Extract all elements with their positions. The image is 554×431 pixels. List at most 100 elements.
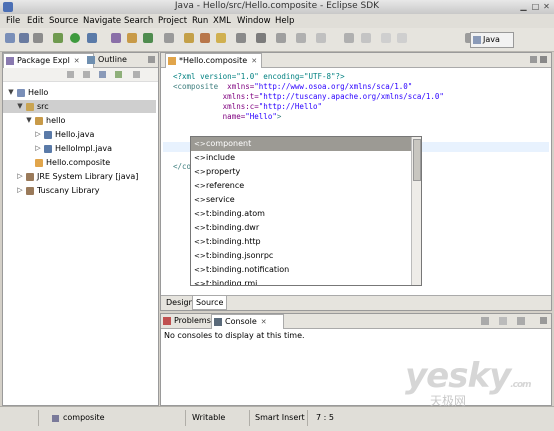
menu-search[interactable]: Search [124,16,153,26]
collapse-twistie-icon[interactable]: ▼ [25,114,33,127]
tree-item[interactable]: ▼ src [3,100,156,113]
menu-source[interactable]: Source [49,16,78,26]
status-element: composite [63,413,105,422]
display-console-icon[interactable] [481,317,489,325]
menu-window[interactable]: Window [237,16,271,26]
assist-item[interactable]: <> t:binding.notification [191,263,411,277]
print-icon[interactable] [33,33,43,43]
tab-source[interactable]: Source [192,296,228,310]
zoom-out-icon[interactable] [397,33,407,43]
menu-file[interactable]: File [6,16,20,26]
toggle-mark-icon[interactable] [236,33,246,43]
tab-hello-composite[interactable]: *Hello.composite ✕ [165,53,263,68]
collapse-twistie-icon[interactable]: ▼ [7,86,15,99]
forward-icon[interactable] [316,33,326,43]
collapse-all-icon[interactable] [99,71,106,78]
collapse-twistie-icon[interactable]: ▼ [16,100,24,113]
tree-item[interactable]: ▷ HelloImpl.java [3,142,156,155]
minimize-editor-icon[interactable] [530,56,537,63]
annotation-icon[interactable] [216,33,226,43]
assist-item[interactable]: <> t:binding.http [191,235,411,249]
assist-item[interactable]: <> property [191,165,411,179]
assist-item-label: t:binding.notification [206,265,290,274]
tree-item[interactable]: ▼ hello [3,114,156,127]
minimize-view-icon[interactable] [540,317,547,324]
prev-annotation-icon[interactable] [276,33,286,43]
menu-run[interactable]: Run [192,16,208,26]
forward-icon[interactable] [83,71,90,78]
assist-item[interactable]: <> include [191,151,411,165]
expand-twistie-icon[interactable]: ▷ [16,184,24,197]
menu-edit[interactable]: Edit [27,16,43,26]
menu-bar: File Edit Source Navigate Search Project… [0,14,554,28]
pin-console-icon[interactable] [499,317,507,325]
assist-item[interactable]: <> t:binding.dwr [191,221,411,235]
tree-item[interactable]: ▷ JRE System Library [java] [3,170,156,183]
status-separator [307,410,308,426]
close-icon[interactable]: ✕ [74,57,80,65]
menu-help[interactable]: Help [275,16,294,26]
new-icon[interactable] [5,33,15,43]
minimize-button[interactable]: ▁ [519,2,528,11]
new-package-icon[interactable] [127,33,137,43]
package-explorer-tabs: Package Expl ✕ Outline [3,53,158,68]
next-annotation-icon[interactable] [256,33,266,43]
expand-twistie-icon[interactable]: ▷ [16,170,24,183]
expand-twistie-icon[interactable]: ▷ [34,128,42,141]
run-icon[interactable] [70,33,80,43]
tree-item[interactable]: ▷ Tuscany Library [3,184,156,197]
xml-tag-icon: <> [194,210,206,218]
zoom-in-icon[interactable] [381,33,391,43]
external-tools-icon[interactable] [87,33,97,43]
maximize-button[interactable]: □ [531,2,540,11]
debug-icon[interactable] [53,33,63,43]
menu-xml[interactable]: XML [213,16,231,26]
assist-item[interactable]: <> service [191,193,411,207]
back-icon[interactable] [296,33,306,43]
assist-item[interactable]: <> reference [191,179,411,193]
tab-package-explorer[interactable]: Package Expl ✕ [3,53,94,68]
assist-item-label: component [206,139,252,148]
validate-icon[interactable] [361,33,371,43]
console-tabs: Problems Console ✕ [161,314,551,329]
open-task-icon[interactable] [184,33,194,43]
xml-tag-icon: <> [194,168,206,176]
xml-tag-icon: <> [194,154,206,162]
minimize-view-icon[interactable] [148,56,155,63]
java-perspective-button[interactable]: Java [470,32,514,48]
new-class-icon[interactable] [143,33,153,43]
scrollbar-thumb[interactable] [413,139,421,181]
xml-tag-icon: <> [194,140,206,148]
assist-item[interactable]: <> t:binding.atom [191,207,411,221]
assist-item[interactable]: <> t:binding.rmi [191,277,411,285]
save-icon[interactable] [19,33,29,43]
xml-tag-icon: <> [194,182,206,190]
menu-navigate[interactable]: Navigate [83,16,121,26]
close-window-button[interactable]: ✕ [542,2,551,11]
watermark-main: yesky [405,356,511,396]
tab-console[interactable]: Console ✕ [211,314,284,329]
format-icon[interactable] [344,33,354,43]
code-token: > [276,112,282,121]
tree-item[interactable]: ▼ Hello [3,86,156,99]
assist-item[interactable]: <> component [191,137,411,151]
open-type-icon[interactable] [164,33,174,43]
link-with-editor-icon[interactable] [115,71,122,78]
tree-item[interactable]: ▷ Hello.java [3,128,156,141]
code-token: "http://tuscany.apache.org/xmlns/sca/1.0… [258,92,444,101]
menu-project[interactable]: Project [158,16,187,26]
close-icon[interactable]: ✕ [261,318,267,326]
close-icon[interactable]: ✕ [251,57,257,65]
search-icon[interactable] [200,33,210,43]
assist-item[interactable]: <> t:binding.jsonrpc [191,249,411,263]
window-title: Java - Hello/src/Hello.composite - Eclip… [174,1,380,11]
expand-twistie-icon[interactable]: ▷ [34,142,42,155]
open-console-icon[interactable] [517,317,525,325]
back-icon[interactable] [67,71,74,78]
tree-item[interactable]: Hello.composite [3,156,156,169]
code-token: xmlns= [218,82,255,91]
popup-scrollbar[interactable] [411,137,421,285]
maximize-editor-icon[interactable] [540,56,547,63]
new-java-project-icon[interactable] [111,33,121,43]
view-menu-icon[interactable] [133,71,140,78]
